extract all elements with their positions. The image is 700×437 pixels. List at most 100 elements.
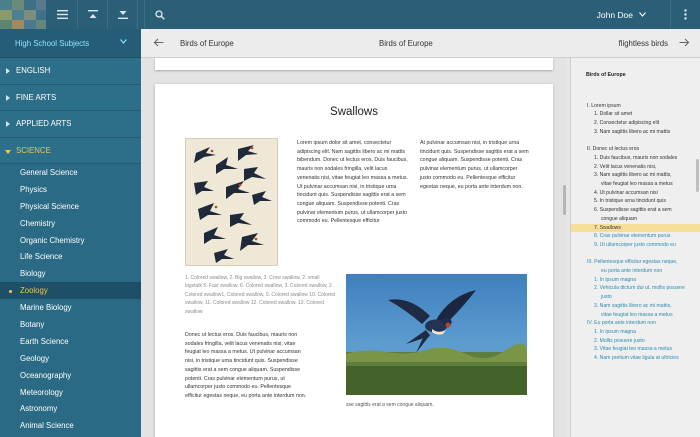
collapse-all-button[interactable] xyxy=(78,0,108,29)
collapse-up-icon xyxy=(87,10,98,18)
active-indicator-dot xyxy=(9,289,12,293)
toc-entry[interactable]: 4. Ut pulvinar accumsan nisi xyxy=(571,189,700,198)
sidebar-item-general-science[interactable]: General Science xyxy=(0,164,141,181)
sidebar-item-botany[interactable]: Botany xyxy=(0,316,141,333)
toc-entry[interactable]: 1. In ipsum magna xyxy=(571,276,700,285)
science-subject-list: General Science Physics Physical Science Ch… xyxy=(0,164,141,434)
app-logo[interactable] xyxy=(0,0,46,29)
toc-entry[interactable]: 6. Suspendisse sagittis erat a sem xyxy=(571,206,700,215)
swallow-photo[interactable] xyxy=(346,274,527,395)
arrow-left-icon[interactable] xyxy=(153,38,164,47)
sidebar-item-physics[interactable]: Physics xyxy=(0,181,141,198)
sidebar-item-biology[interactable]: Biology xyxy=(0,265,141,282)
caret-right-icon xyxy=(6,68,10,74)
sidebar-item-oceanography[interactable]: Oceanography xyxy=(0,367,141,384)
sidebar-item-label: Botany xyxy=(20,319,45,329)
caret-down-icon xyxy=(5,149,11,154)
toc-entry[interactable]: 2. Consectetur adipiscing elit xyxy=(571,119,700,128)
toc-entry[interactable]: 1. Duis faucibus, mauris non sodales xyxy=(571,154,700,163)
chevron-down-icon xyxy=(120,39,127,44)
sidebar-category-science[interactable]: SCIENCE xyxy=(0,137,141,164)
sidebar-category-label: FINE ARTS xyxy=(16,92,57,102)
search-icon xyxy=(154,9,165,20)
illustration-caption: 1. Colored swallow, 2. Big swallow, 3. C… xyxy=(185,275,336,315)
sidebar-item-zoology[interactable]: Zoology xyxy=(0,282,141,300)
sidebar-item-animal-science[interactable]: Animal Science xyxy=(0,417,141,434)
sidebar-item-label: General Science xyxy=(20,167,78,177)
toc-entry[interactable]: 2. Mollis posuere justo xyxy=(571,337,700,346)
sidebar-category-applied-arts[interactable]: APPLIED ARTS xyxy=(0,111,141,138)
sidebar-item-physical-science[interactable]: Physical Science xyxy=(0,198,141,215)
sidebar-item-label: Marine Biology xyxy=(20,303,72,313)
toc-entry[interactable]: 4. Nam pretium vitae ligula at ultricies xyxy=(571,354,700,363)
sidebar-category-fine-arts[interactable]: FINE ARTS xyxy=(0,84,141,111)
sidebar-item-label: Earth Science xyxy=(20,336,69,346)
toc-entry[interactable]: 7. Swallows xyxy=(571,223,700,232)
sidebar-item-label: Animal Science xyxy=(20,421,74,431)
toc-entry[interactable]: congue aliquam xyxy=(571,215,700,224)
menu-button[interactable] xyxy=(48,0,78,29)
sidebar-item-life-science[interactable]: Life Science xyxy=(0,248,141,265)
previous-page-card xyxy=(155,58,553,70)
chevron-down-icon xyxy=(639,12,646,17)
search-button[interactable] xyxy=(144,0,174,29)
toc-entry[interactable]: 8. Cras pulvinar elementum purus xyxy=(571,232,700,241)
sidebar-item-meteorology[interactable]: Meteorology xyxy=(0,384,141,401)
article-paragraph: At pulvinar accumsan nisi, in tristique … xyxy=(420,140,529,190)
sidebar-item-label: Biology xyxy=(20,269,46,279)
content-scrollbar[interactable] xyxy=(563,185,566,215)
toc-entry[interactable]: 3. Nam sagittis libero ac mi mattis, xyxy=(571,302,700,311)
toc-scrollbar[interactable] xyxy=(696,159,699,192)
sidebar-item-astronomy[interactable]: Astronomy xyxy=(0,400,141,417)
sidebar-item-label: Physical Science xyxy=(20,201,79,211)
caret-right-icon xyxy=(6,94,10,101)
toc-entry[interactable]: 5. In tristique urna tincidunt quis xyxy=(571,197,700,206)
current-page-title: Birds of Europe xyxy=(379,39,433,48)
subject-selector-label: High School Subjects xyxy=(15,38,90,48)
more-options-button[interactable] xyxy=(670,0,700,29)
toc-entry[interactable]: I. Lorem ipsum xyxy=(571,102,700,111)
expand-all-button[interactable] xyxy=(108,0,138,29)
toc-entry[interactable]: vitae feugiat leo massa a metus xyxy=(571,311,700,320)
sidebar: High School Subjects ENGLISH FINE ARTS A… xyxy=(0,29,141,437)
table-of-contents-panel: Birds of Europe I. Lorem ipsum 1. Dollar … xyxy=(570,58,700,437)
arrow-right-icon[interactable] xyxy=(679,38,690,47)
toc-entry[interactable]: eu porta ante interdum non xyxy=(571,267,700,276)
toc-entry[interactable]: 2. Vehicula dictum dui ut, mollis posuer… xyxy=(571,284,700,293)
sidebar-item-organic-chemistry[interactable]: Organic Chemistry xyxy=(0,232,141,249)
photo-caption: sse sagittis erat a sem congue aliquam. xyxy=(346,402,434,408)
toc-entry[interactable]: justo xyxy=(571,293,700,302)
sidebar-item-earth-science[interactable]: Earth Science xyxy=(0,333,141,350)
sidebar-category-english[interactable]: ENGLISH xyxy=(0,58,141,85)
toc-entry[interactable]: vitae feugiat leo massa a metus xyxy=(571,180,700,189)
sidebar-category-label: ENGLISH xyxy=(16,66,51,76)
toc-entry[interactable]: 1. Dollar sit amet xyxy=(571,110,700,119)
sidebar-item-label: Oceanography xyxy=(20,370,72,380)
page-title: Swallows xyxy=(330,106,378,118)
sidebar-item-label: Physics xyxy=(20,184,47,194)
previous-page-link[interactable]: Birds of Europe xyxy=(180,39,234,48)
sidebar-item-label: Chemistry xyxy=(20,218,56,228)
page-navigation-bar: Birds of Europe Birds of Europe flightle… xyxy=(141,29,700,58)
sidebar-item-geology[interactable]: Geology xyxy=(0,350,141,367)
sidebar-item-marine-biology[interactable]: Marine Biology xyxy=(0,299,141,316)
toc-entry[interactable]: III. Pellentesque efficitur egestas nequ… xyxy=(571,258,700,267)
toc-entry[interactable]: IV. Eu porta ante interdum non xyxy=(571,319,700,328)
sidebar-category-label: APPLIED ARTS xyxy=(16,119,72,129)
sidebar-item-chemistry[interactable]: Chemistry xyxy=(0,215,141,232)
next-page-link[interactable]: flightless birds xyxy=(619,39,668,48)
subject-selector[interactable]: High School Subjects xyxy=(0,29,141,58)
toc-entry[interactable]: 1. In ipsum magna xyxy=(571,328,700,337)
toc-title: Birds of Europe xyxy=(586,72,626,78)
user-menu[interactable]: John Doe xyxy=(597,0,646,29)
toc-entry[interactable]: 3. Nam sagittis libero ac mi mattis, xyxy=(571,171,700,180)
toc-entry[interactable]: 3. Nam sagittis libero ac mi mattis xyxy=(571,128,700,137)
toc-entry[interactable]: 3. Vitae feugiat leo massa a metus xyxy=(571,345,700,354)
sidebar-item-label: Zoology xyxy=(20,286,48,296)
toc-entry[interactable]: II. Donec ut lectus eros xyxy=(571,145,700,154)
swallow-species-illustration[interactable] xyxy=(185,138,278,266)
article-card: Swallows Lorem ipsum dolor sit amet, con… xyxy=(155,84,553,437)
toc-entry[interactable]: 2. Velit lacus venenatis nisi, xyxy=(571,163,700,172)
expand-down-icon xyxy=(117,11,128,19)
toc-entry[interactable]: 9. Ut ullamcorper justo commodo eu xyxy=(571,241,700,250)
